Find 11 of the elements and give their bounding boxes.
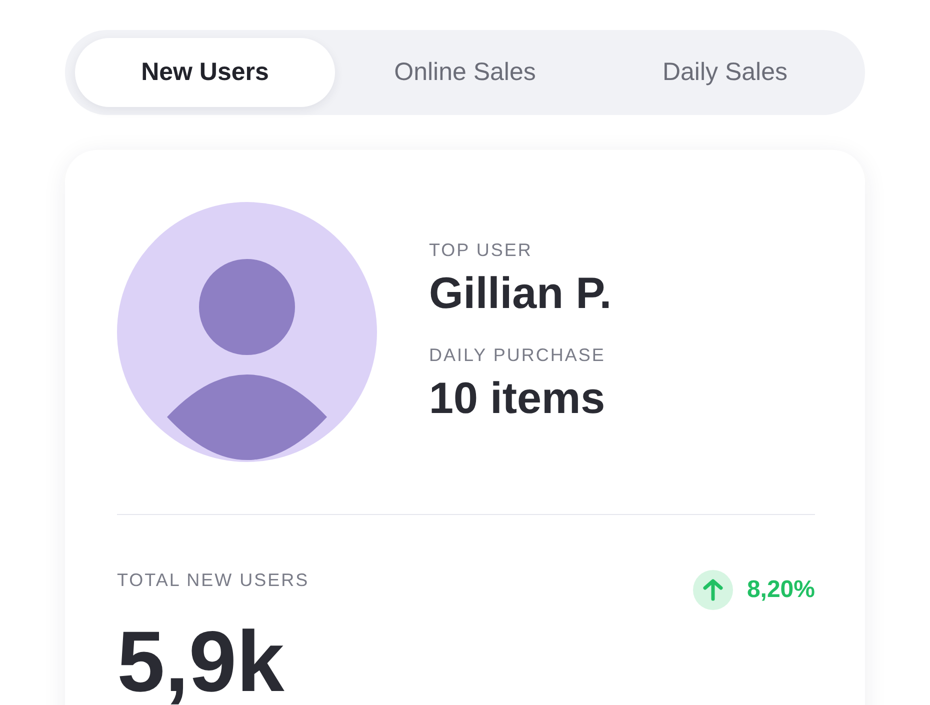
daily-purchase-label: DAILY PURCHASE (429, 345, 606, 366)
total-new-users-label: TOTAL NEW USERS (117, 570, 310, 591)
tab[interactable]: Online Sales (335, 38, 595, 107)
tab[interactable]: Daily Sales (595, 38, 855, 107)
user-name: Gillian P. (429, 269, 612, 319)
daily-purchase-value: 10 items (429, 374, 606, 424)
tab[interactable]: New Users (75, 38, 335, 107)
total-new-users-value: 5,9k (117, 613, 286, 705)
top-user-label: TOP USER (429, 240, 534, 261)
change-percent: 8,20% (746, 576, 815, 604)
avatar-icon (117, 202, 377, 462)
